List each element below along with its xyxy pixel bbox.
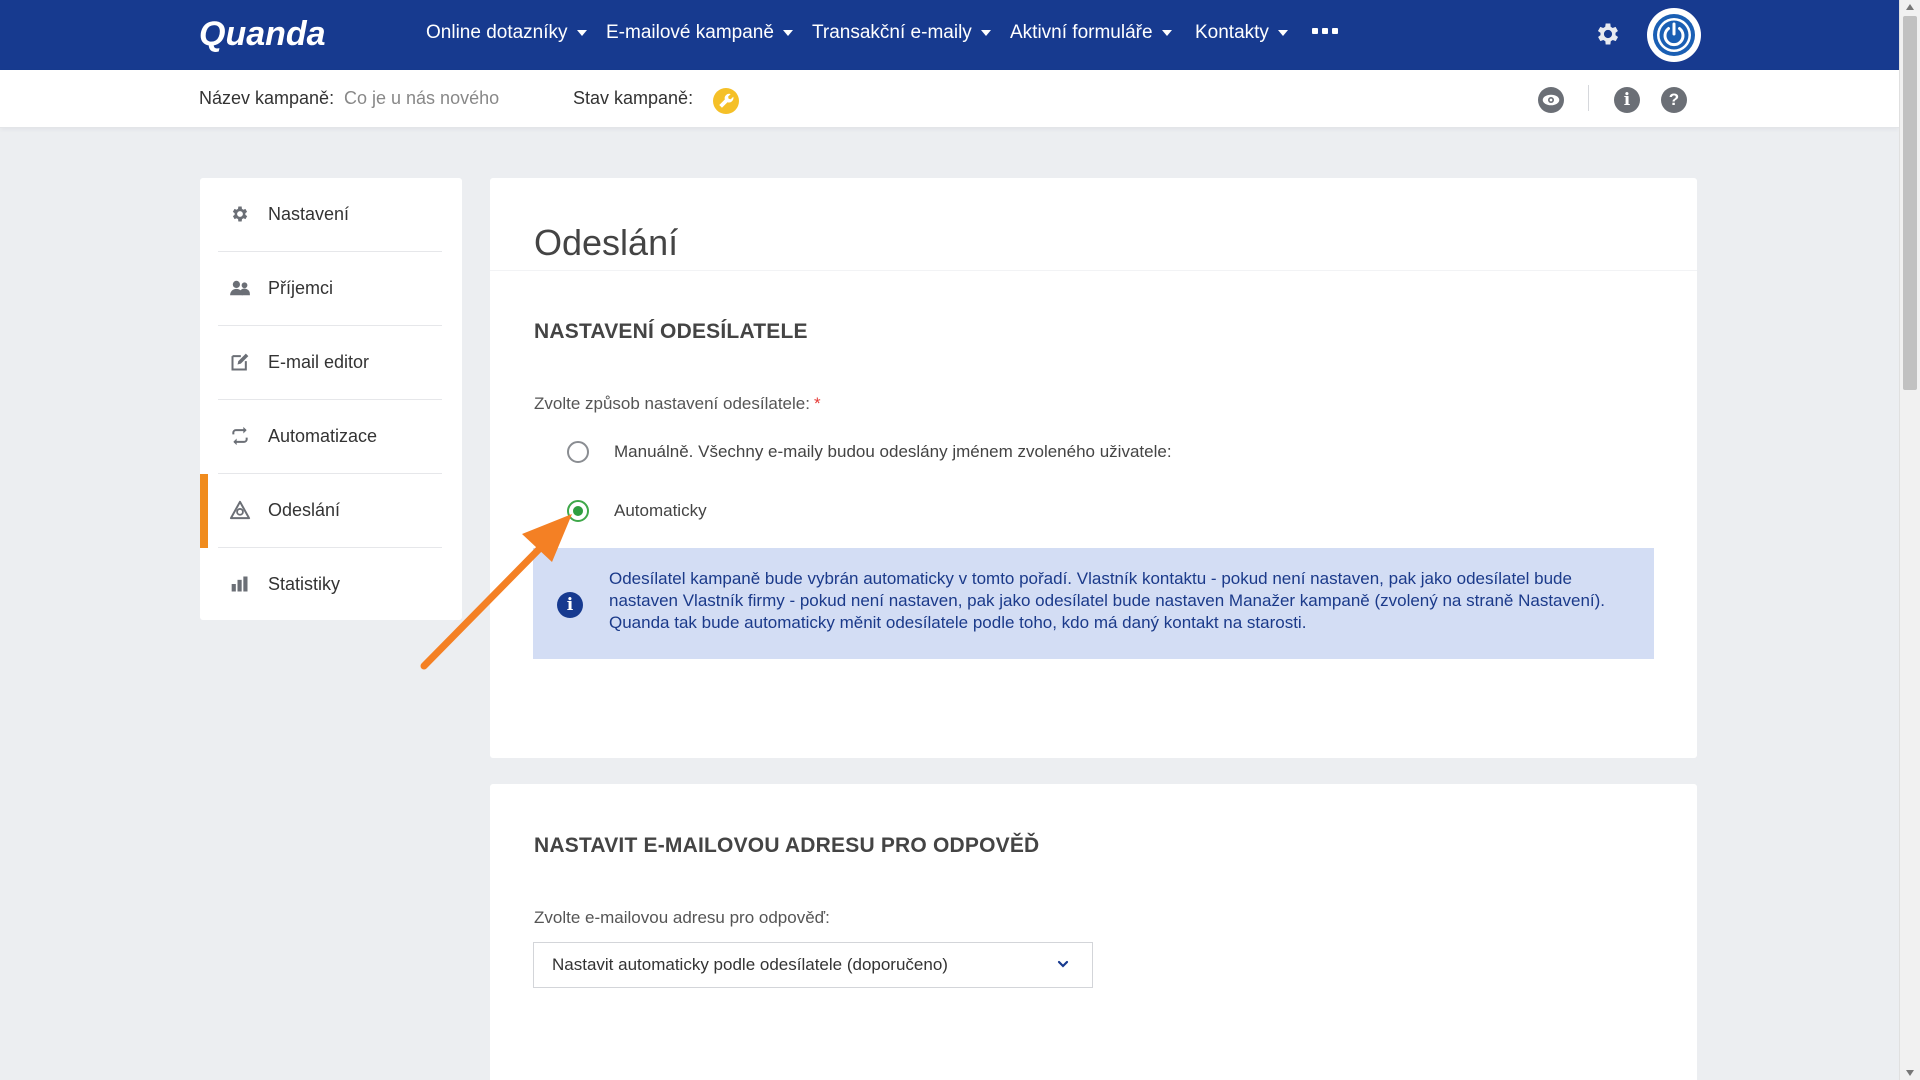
- caret-down-icon: [1161, 30, 1172, 36]
- active-indicator: [200, 474, 208, 548]
- radio-manual[interactable]: [567, 441, 589, 463]
- send-icon: [228, 498, 252, 522]
- info-circle-icon: i: [557, 592, 583, 618]
- select-value: Nastavit automaticky podle odesílatele (…: [552, 955, 948, 974]
- preview-eye-icon[interactable]: [1538, 87, 1564, 113]
- campaign-name-value: Co je u nás nového: [344, 88, 500, 108]
- logout-power-button[interactable]: [1647, 8, 1701, 62]
- section-title-sender: NASTAVENÍ ODESÍLATELE: [534, 320, 808, 343]
- radio-manual-label[interactable]: Manuálně. Všechny e-maily budou odeslány…: [614, 442, 1172, 462]
- edit-icon: [228, 350, 252, 374]
- nav-label: E-mailové kampaně: [606, 22, 774, 43]
- wrench-status-icon: [713, 88, 739, 114]
- scroll-down-arrow-icon[interactable]: [1906, 1070, 1914, 1076]
- nav-emailove-kampane[interactable]: E-mailové kampaně: [606, 22, 793, 44]
- page-title: Odeslání: [534, 222, 679, 263]
- campaign-name-label: Název kampaně:: [199, 88, 335, 108]
- sidebar-item-label: Nastavení: [268, 204, 350, 224]
- caret-down-icon: [782, 30, 793, 36]
- users-icon: [228, 276, 252, 300]
- nav-label: Transakční e-maily: [812, 22, 972, 43]
- vertical-scrollbar[interactable]: [1899, 0, 1920, 1080]
- sidebar-item-odeslani[interactable]: Odeslání: [200, 474, 462, 548]
- radio-automatic[interactable]: [567, 500, 589, 522]
- campaign-status-label: Stav kampaně:: [573, 88, 694, 108]
- divider: [490, 270, 1697, 271]
- sidebar-item-prijemci[interactable]: Příjemci: [200, 252, 462, 326]
- nav-label: Online dotazníky: [426, 22, 568, 43]
- divider: [1588, 85, 1589, 111]
- top-navbar: Quanda Online dotazníky E-mailové kampan…: [0, 0, 1899, 70]
- section-title-reply: NASTAVIT E-MAILOVOU ADRESU PRO ODPOVĚĎ: [534, 834, 1040, 857]
- scroll-up-arrow-icon[interactable]: [1906, 4, 1914, 10]
- bar-chart-icon: [228, 572, 252, 596]
- sidebar-item-label: Odeslání: [268, 500, 341, 520]
- required-mark: *: [813, 394, 821, 413]
- info-icon[interactable]: i: [1614, 87, 1640, 113]
- sidebar-item-label: Příjemci: [268, 278, 334, 298]
- sidebar-item-label: Automatizace: [268, 426, 378, 446]
- chevron-down-icon: [1056, 957, 1070, 971]
- caret-down-icon: [576, 30, 587, 36]
- reply-address-select[interactable]: Nastavit automaticky podle odesílatele (…: [533, 942, 1093, 988]
- radio-automatic-label[interactable]: Automaticky: [614, 501, 707, 521]
- nav-aktivni-formulare[interactable]: Aktivní formuláře: [1010, 22, 1172, 44]
- quanda-logo[interactable]: Quanda: [199, 12, 359, 56]
- info-text: Odesílatel kampaně bude vybrán automatic…: [609, 569, 1606, 632]
- reply-address-card: NASTAVIT E-MAILOVOU ADRESU PRO ODPOVĚĎ Z…: [490, 784, 1697, 1080]
- gear-icon: [228, 202, 252, 226]
- settings-gear-icon[interactable]: [1594, 20, 1622, 48]
- caret-down-icon: [980, 30, 991, 36]
- sender-mode-label: Zvolte způsob nastavení odesílatele: *: [534, 394, 821, 414]
- sender-mode-label-text: Zvolte způsob nastavení odesílatele:: [534, 394, 810, 413]
- sidebar-item-label: E-mail editor: [268, 352, 370, 372]
- sidebar-item-label: Statistiky: [268, 574, 341, 594]
- nav-kontakty[interactable]: Kontakty: [1195, 22, 1288, 44]
- sidebar-item-email-editor[interactable]: E-mail editor: [200, 326, 462, 400]
- sidebar-item-statistiky[interactable]: Statistiky: [200, 548, 462, 622]
- more-menu-icon[interactable]: [1312, 28, 1338, 34]
- nav-label: Kontakty: [1195, 22, 1269, 43]
- campaign-sidebar: Nastavení Příjemci E-mail editor Automat…: [200, 178, 462, 620]
- sidebar-item-nastaveni[interactable]: Nastavení: [200, 178, 462, 252]
- caret-down-icon: [1277, 30, 1288, 36]
- sidebar-item-automatizace[interactable]: Automatizace: [200, 400, 462, 474]
- svg-text:Quanda: Quanda: [199, 15, 326, 53]
- info-box: i Odesílatel kampaně bude vybrán automat…: [533, 548, 1654, 659]
- power-icon: [1653, 14, 1695, 56]
- sync-icon: [228, 424, 252, 448]
- nav-transakcni-emaily[interactable]: Transakční e-maily: [812, 22, 991, 44]
- help-question-icon[interactable]: ?: [1661, 87, 1687, 113]
- reply-address-label: Zvolte e-mailovou adresu pro odpověď:: [534, 908, 830, 927]
- nav-label: Aktivní formuláře: [1010, 22, 1153, 43]
- nav-online-dotazniky[interactable]: Online dotazníky: [426, 22, 587, 44]
- sender-settings-card: Odeslání NASTAVENÍ ODESÍLATELE Zvolte zp…: [490, 178, 1697, 758]
- scroll-thumb[interactable]: [1903, 16, 1917, 390]
